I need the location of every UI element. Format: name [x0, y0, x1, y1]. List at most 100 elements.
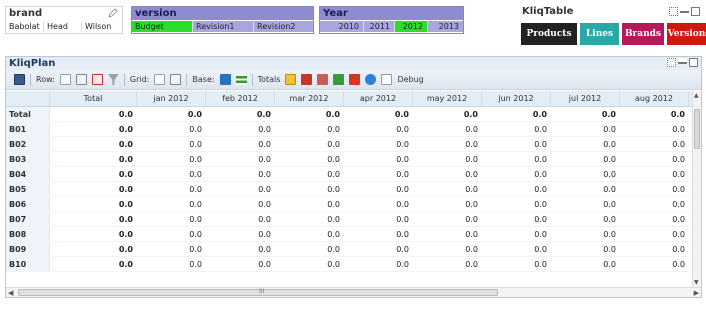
table-cell[interactable]: 0.0 — [620, 197, 689, 211]
scroll-thumb[interactable] — [694, 109, 700, 149]
column-header[interactable]: Total — [50, 91, 137, 106]
total-cell[interactable]: 0.0 — [50, 212, 137, 226]
table-cell[interactable]: 0.0 — [275, 137, 344, 151]
column-header[interactable]: jun 2012 — [482, 91, 551, 106]
column-header[interactable]: apr 2012 — [344, 91, 413, 106]
horizontal-scrollbar[interactable]: ◀ III ▶ — [6, 287, 701, 297]
table-cell[interactable]: 0.0 — [137, 107, 206, 121]
table-cell[interactable]: 0.0 — [206, 107, 275, 121]
total-cell[interactable]: 0.0 — [50, 242, 137, 256]
table-cell[interactable]: 0.0 — [275, 197, 344, 211]
table-cell[interactable]: 0.0 — [413, 167, 482, 181]
equals-icon[interactable] — [235, 74, 247, 85]
scroll-right-icon[interactable]: ▶ — [694, 288, 699, 298]
table-cell[interactable]: 0.0 — [206, 242, 275, 256]
brand-value[interactable]: Head — [44, 21, 82, 32]
table-cell[interactable]: 0.0 — [620, 122, 689, 136]
table-cell[interactable]: 0.0 — [620, 152, 689, 166]
table-cell[interactable]: 0.0 — [206, 122, 275, 136]
table-cell[interactable]: 0.0 — [344, 122, 413, 136]
scroll-left-icon[interactable]: ◀ — [8, 288, 13, 298]
pencil-icon[interactable] — [108, 8, 118, 18]
total-cell[interactable]: 0.0 — [50, 182, 137, 196]
debug-label[interactable]: Debug — [397, 75, 423, 84]
totals-cols-icon[interactable] — [317, 74, 329, 85]
table-cell[interactable]: 0.0 — [551, 122, 620, 136]
table-cell[interactable]: 0.0 — [137, 242, 206, 256]
maximize-icon[interactable] — [691, 7, 700, 16]
total-cell[interactable]: 0.0 — [50, 137, 137, 151]
debug-page-icon[interactable] — [381, 74, 393, 85]
table-cell[interactable]: 0.0 — [275, 257, 344, 271]
table-cell[interactable]: 0.0 — [206, 197, 275, 211]
restore-icon[interactable] — [667, 58, 676, 67]
table-cell[interactable]: 0.0 — [206, 152, 275, 166]
table-cell[interactable]: 0.0 — [344, 182, 413, 196]
table-cell[interactable]: 0.0 — [482, 227, 551, 241]
column-header[interactable]: feb 2012 — [206, 91, 275, 106]
total-cell[interactable]: 0.0 — [50, 257, 137, 271]
table-cell[interactable]: 0.0 — [137, 167, 206, 181]
table-cell[interactable]: 0.0 — [344, 242, 413, 256]
table-cell[interactable]: 0.0 — [413, 122, 482, 136]
table-cell[interactable]: 0.0 — [482, 197, 551, 211]
save-icon[interactable] — [14, 74, 25, 85]
table-cell[interactable]: 0.0 — [344, 212, 413, 226]
table-cell[interactable]: 0.0 — [344, 137, 413, 151]
year-value[interactable]: 2011 — [364, 21, 395, 32]
table-cell[interactable]: 0.0 — [551, 107, 620, 121]
table-cell[interactable]: 0.0 — [482, 242, 551, 256]
maximize-icon[interactable] — [689, 58, 698, 67]
table-cell[interactable]: 0.0 — [275, 122, 344, 136]
table-cell[interactable]: 0.0 — [275, 152, 344, 166]
year-value-selected[interactable]: 2012 — [395, 21, 428, 32]
table-cell[interactable]: 0.0 — [482, 167, 551, 181]
table-cell[interactable]: 0.0 — [206, 257, 275, 271]
table-cell[interactable]: 0.0 — [275, 212, 344, 226]
table-cell[interactable]: 0.0 — [620, 137, 689, 151]
minimize-icon[interactable] — [680, 7, 689, 13]
table-cell[interactable]: 0.0 — [551, 257, 620, 271]
tab-products[interactable]: Products — [521, 23, 577, 45]
total-cell[interactable]: 0.0 — [50, 227, 137, 241]
version-value[interactable]: Revision2 — [254, 21, 313, 32]
table-cell[interactable]: 0.0 — [620, 107, 689, 121]
table-cell[interactable]: 0.0 — [206, 212, 275, 226]
year-value[interactable]: 2013 — [428, 21, 463, 32]
table-cell[interactable]: 0.0 — [137, 182, 206, 196]
table-cell[interactable]: 0.0 — [137, 137, 206, 151]
version-value[interactable]: Revision1 — [193, 21, 254, 32]
scroll-thumb[interactable]: III — [18, 288, 498, 296]
grid-paste-icon[interactable] — [170, 74, 182, 85]
table-cell[interactable]: 0.0 — [551, 227, 620, 241]
row-paste-icon[interactable] — [75, 74, 87, 85]
table-cell[interactable]: 0.0 — [413, 137, 482, 151]
table-cell[interactable]: 0.0 — [344, 197, 413, 211]
minimize-icon[interactable] — [678, 58, 687, 64]
table-cell[interactable]: 0.0 — [137, 152, 206, 166]
table-cell[interactable]: 0.0 — [275, 167, 344, 181]
addin-icon[interactable] — [349, 74, 361, 85]
base-grid-icon[interactable] — [219, 74, 231, 85]
table-cell[interactable]: 0.0 — [275, 242, 344, 256]
scroll-down-icon[interactable]: ▼ — [694, 279, 699, 286]
table-cell[interactable]: 0.0 — [482, 182, 551, 196]
table-cell[interactable]: 0.0 — [137, 212, 206, 226]
table-cell[interactable]: 0.0 — [620, 167, 689, 181]
row-chart-icon[interactable] — [91, 74, 103, 85]
tab-lines[interactable]: Lines — [580, 23, 619, 45]
column-header[interactable]: aug 2012 — [620, 91, 689, 106]
table-cell[interactable]: 0.0 — [620, 242, 689, 256]
table-cell[interactable]: 0.0 — [551, 167, 620, 181]
table-cell[interactable]: 0.0 — [551, 197, 620, 211]
table-cell[interactable]: 0.0 — [551, 137, 620, 151]
total-cell[interactable]: 0.0 — [50, 167, 137, 181]
table-cell[interactable]: 0.0 — [344, 257, 413, 271]
table-cell[interactable]: 0.0 — [413, 227, 482, 241]
table-cell[interactable]: 0.0 — [206, 167, 275, 181]
vertical-scrollbar[interactable]: ▲ ▼ — [692, 91, 701, 287]
table-cell[interactable]: 0.0 — [413, 197, 482, 211]
table-cell[interactable]: 0.0 — [482, 122, 551, 136]
tab-versions[interactable]: Versions — [667, 23, 706, 45]
total-cell[interactable]: 0.0 — [50, 122, 137, 136]
